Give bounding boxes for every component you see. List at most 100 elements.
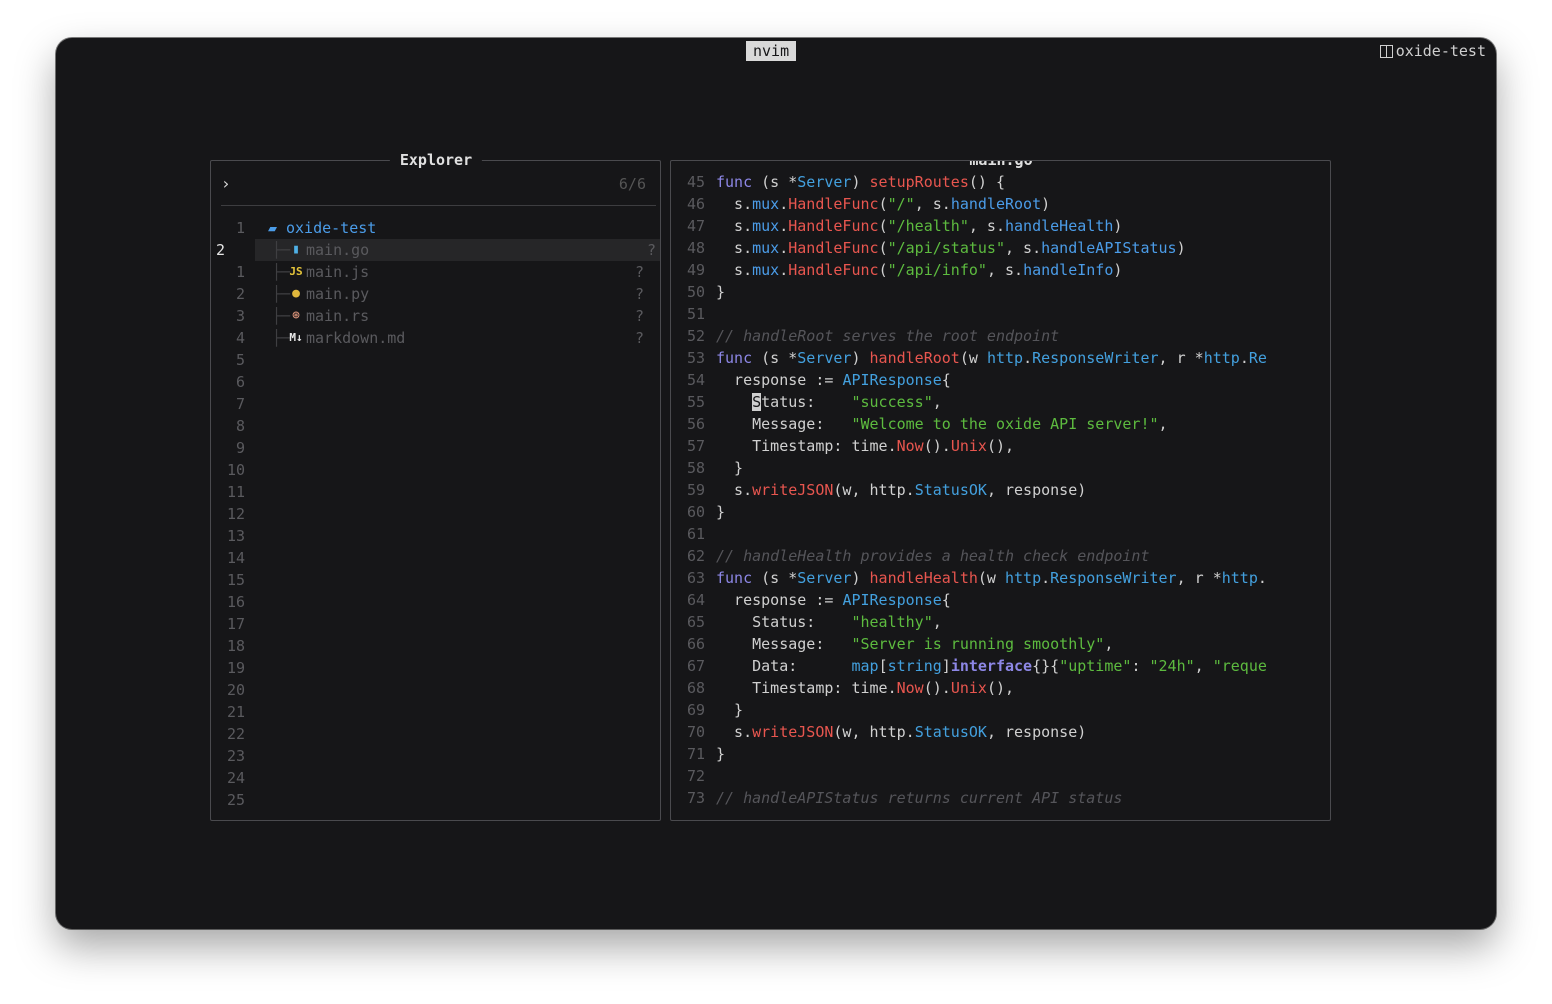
code-line[interactable]: 48 s.mux.HandleFunc("/api/status", s.han… (671, 237, 1330, 259)
code-line[interactable]: 66 Message: "Server is running smoothly"… (671, 633, 1330, 655)
code-token: . (1239, 349, 1249, 367)
line-number: 68 (686, 679, 705, 697)
code-buffer[interactable]: 45 func (s *Server) setupRoutes() {46 s.m… (671, 171, 1330, 809)
code-token: HandleFunc (788, 195, 879, 213)
code-token: ) (1041, 195, 1051, 213)
code-token: ] (941, 657, 951, 675)
code-token: Server (797, 349, 852, 367)
code-token: s. (716, 239, 753, 257)
code-line[interactable]: 67 Data: map[string]interface{}{"uptime"… (671, 655, 1330, 677)
code-line[interactable]: 65 Status: "healthy", (671, 611, 1330, 633)
line-number: 24 (226, 769, 245, 787)
line-number: 69 (686, 701, 705, 719)
code-line[interactable]: 56 Message: "Welcome to the oxide API se… (671, 413, 1330, 435)
file-item[interactable]: 2 ├─ ▮ main.go? (216, 239, 660, 261)
code-token: // handleHealth provides a health check … (716, 547, 1150, 565)
code-line[interactable]: 72 (671, 765, 1330, 787)
code-line[interactable]: 51 (671, 303, 1330, 325)
rust-file-icon: ⊛ (292, 308, 300, 323)
line-number: 64 (686, 591, 705, 609)
code-line[interactable]: 55 Status: "success", (671, 391, 1330, 413)
empty-line: 18 (211, 635, 660, 657)
code-line[interactable]: 69 } (671, 699, 1330, 721)
tree-root-row[interactable]: 1 ▰ oxide-test (211, 217, 660, 239)
code-token: s. (716, 723, 753, 741)
code-line[interactable]: 50} (671, 281, 1330, 303)
git-status-badge: ? (634, 263, 644, 281)
code-token: handleHealth (869, 569, 978, 587)
code-line[interactable]: 49 s.mux.HandleFunc("/api/info", s.handl… (671, 259, 1330, 281)
code-line[interactable]: 62 // handleHealth provides a health chec… (671, 545, 1330, 567)
line-number: 23 (226, 747, 245, 765)
code-line[interactable]: 52 // handleRoot serves the root endpoint (671, 325, 1330, 347)
app-title-tab[interactable]: nvim (746, 41, 797, 61)
code-token: , (1104, 635, 1114, 653)
code-token: HandleFunc (788, 217, 879, 235)
code-token: func (716, 569, 753, 587)
line-number: 1 (235, 219, 245, 237)
code-line[interactable]: 59 s.writeJSON(w, http.StatusOK, respons… (671, 479, 1330, 501)
line-number: 21 (226, 703, 245, 721)
line-number: 2 (235, 285, 245, 303)
code-token: ( (878, 261, 888, 279)
code-line[interactable]: 54 response := APIResponse{ (671, 369, 1330, 391)
code-token: Timestamp: time. (716, 437, 897, 455)
code-token: Message: (716, 415, 852, 433)
code-line[interactable]: 57 Timestamp: time.Now().Unix(), (671, 435, 1330, 457)
session-label[interactable]: oxide-test (1379, 41, 1486, 61)
code-token: {}{ (1032, 657, 1060, 675)
code-line[interactable]: 58 } (671, 457, 1330, 479)
line-number: 47 (686, 217, 705, 235)
line-number: 66 (686, 635, 705, 653)
code-token: (). (923, 679, 951, 697)
file-item[interactable]: 4 ├─ M↓ markdown.md? (211, 327, 660, 349)
line-number: 53 (686, 349, 705, 367)
file-name: main.js (306, 263, 370, 281)
line-number: 54 (686, 371, 705, 389)
line-number: 72 (686, 767, 705, 785)
match-count: 6/6 (618, 175, 646, 193)
file-item[interactable]: 3 ├─ ⊛ main.rs? (211, 305, 660, 327)
code-token: ( (878, 239, 888, 257)
code-token: Message: (716, 635, 852, 653)
code-line[interactable]: 63 func (s *Server) handleHealth(w http.R… (671, 567, 1330, 589)
editor-panel[interactable]: main.go 45 func (s *Server) setupRoutes()… (670, 160, 1331, 821)
code-token: , (932, 393, 942, 411)
code-token: "Server is running smoothly" (851, 635, 1105, 653)
code-line[interactable]: 60} (671, 501, 1330, 523)
code-line[interactable]: 73 // handleAPIStatus returns current API… (671, 787, 1330, 809)
code-token: Re (1248, 349, 1267, 367)
code-token: ResponseWriter (1032, 349, 1159, 367)
session-name: oxide-test (1395, 42, 1486, 60)
code-line[interactable]: 53 func (s *Server) handleRoot(w http.Res… (671, 347, 1330, 369)
code-token: , r * (1158, 349, 1204, 367)
line-number: 13 (226, 527, 245, 545)
code-line[interactable]: 70 s.writeJSON(w, http.StatusOK, respons… (671, 721, 1330, 743)
code-line[interactable]: 68 Timestamp: time.Now().Unix(), (671, 677, 1330, 699)
code-line[interactable]: 61 (671, 523, 1330, 545)
line-number: 51 (686, 305, 705, 323)
line-number: 55 (686, 393, 705, 411)
code-token: (w (977, 569, 1005, 587)
code-token: func (716, 173, 753, 191)
code-line[interactable]: 45 func (s *Server) setupRoutes() { (671, 171, 1330, 193)
file-item[interactable]: 2 ├─ ● main.py? (211, 283, 660, 305)
code-token: writeJSON (752, 481, 834, 499)
code-token: ) (1176, 239, 1186, 257)
explorer-filter-input[interactable]: › 6/6 (221, 173, 650, 195)
line-number: 45 (686, 173, 705, 191)
line-number: 6 (235, 373, 245, 391)
code-line[interactable]: 47 s.mux.HandleFunc("/health", s.handleH… (671, 215, 1330, 237)
code-line[interactable]: 71} (671, 743, 1330, 765)
line-number: 60 (686, 503, 705, 521)
python-file-icon: ● (292, 286, 300, 301)
code-line[interactable]: 46 s.mux.HandleFunc("/", s.handleRoot) (671, 193, 1330, 215)
line-number: 63 (686, 569, 705, 587)
code-token: StatusOK (914, 481, 987, 499)
code-token: HandleFunc (788, 239, 879, 257)
code-token: mux (752, 239, 780, 257)
file-item[interactable]: 1 ├─ JS main.js? (211, 261, 660, 283)
code-line[interactable]: 64 response := APIResponse{ (671, 589, 1330, 611)
empty-line: 16 (211, 591, 660, 613)
